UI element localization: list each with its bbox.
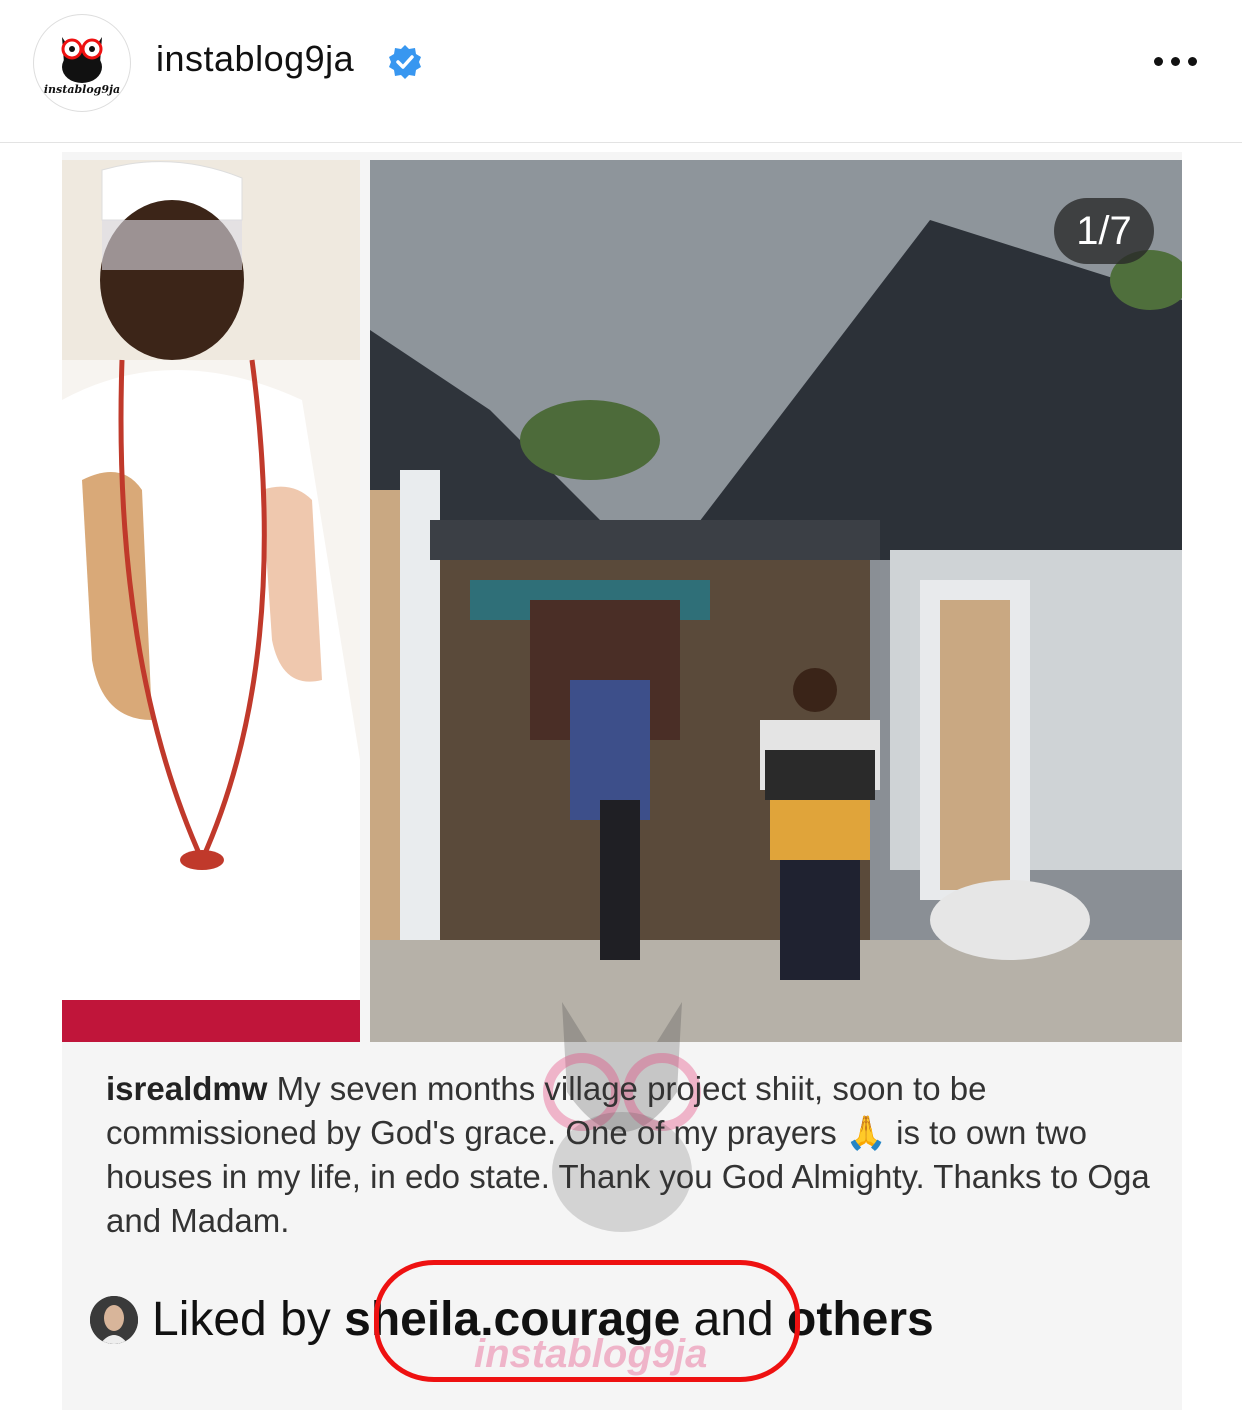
liker-avatar[interactable] bbox=[90, 1296, 138, 1344]
photo-man-in-white-attire bbox=[62, 160, 360, 1042]
likes-prefix: Liked by bbox=[152, 1293, 345, 1346]
profile-avatar[interactable]: instablog9ja bbox=[33, 14, 131, 112]
more-options-icon[interactable] bbox=[1146, 40, 1204, 80]
post-caption: isrealdmw My seven months village projec… bbox=[106, 1067, 1156, 1243]
red-highlight-ellipse bbox=[374, 1260, 800, 1382]
post-header: instablog9ja instablog9ja bbox=[0, 0, 1242, 143]
verified-badge-icon bbox=[389, 45, 421, 79]
carousel-counter: 1/7 bbox=[1054, 198, 1154, 264]
owl-logo-icon bbox=[61, 37, 103, 83]
likes-others-link[interactable]: others bbox=[787, 1293, 934, 1346]
username-link[interactable]: instablog9ja bbox=[156, 38, 354, 80]
post-image[interactable]: 1/7 isrealdmw My seven months village pr… bbox=[62, 152, 1182, 1410]
avatar-logo-text: instablog9ja bbox=[43, 83, 121, 96]
caption-username[interactable]: isrealdmw bbox=[106, 1070, 267, 1107]
photo-village-house: 1/7 bbox=[370, 160, 1182, 1042]
